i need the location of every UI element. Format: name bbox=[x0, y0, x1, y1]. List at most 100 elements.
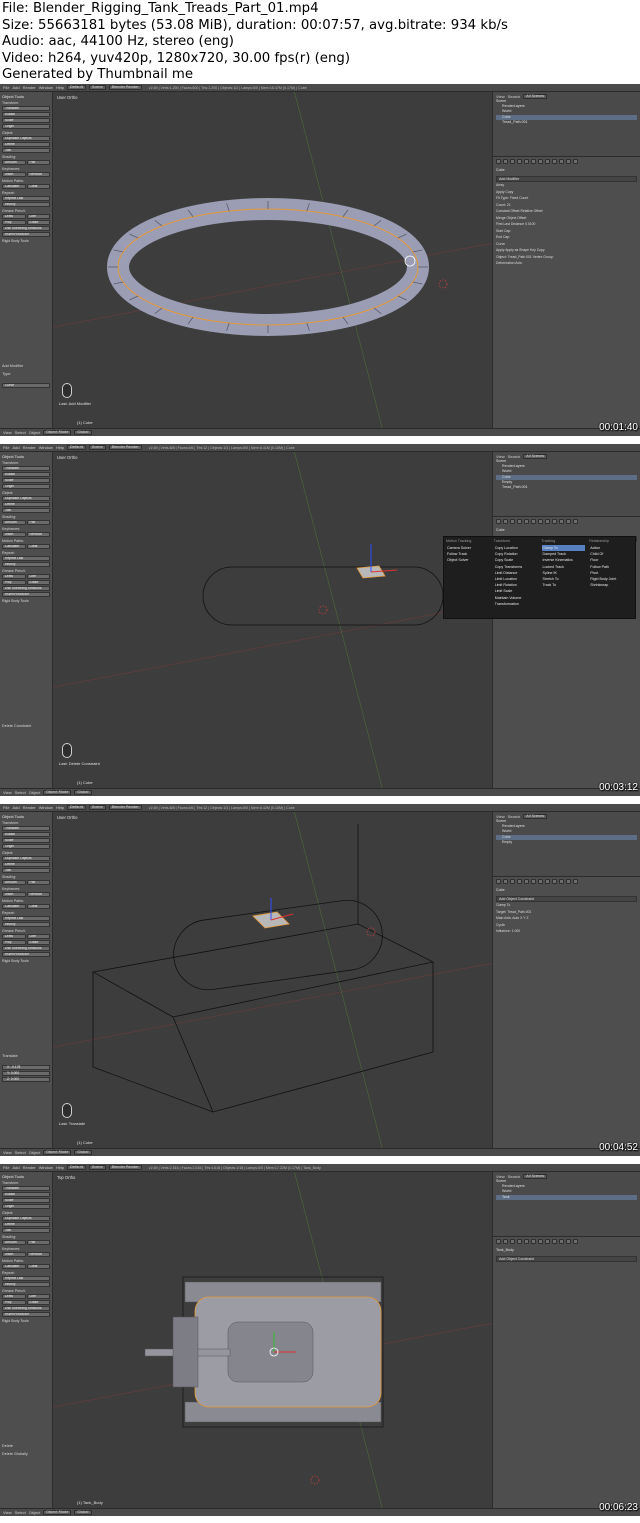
property-tab-icon[interactable] bbox=[510, 159, 515, 164]
erase-button[interactable]: Erase bbox=[26, 1300, 50, 1305]
select-menu[interactable]: Select bbox=[15, 1510, 26, 1515]
property-tab-icon[interactable] bbox=[524, 159, 529, 164]
property-tab-icon[interactable] bbox=[538, 159, 543, 164]
view-menu[interactable]: View bbox=[3, 790, 12, 795]
property-tab-icon[interactable] bbox=[517, 519, 522, 524]
view-menu[interactable]: View bbox=[3, 1510, 12, 1515]
outliner-view-menu[interactable]: View bbox=[496, 454, 505, 459]
menu-add[interactable]: Add bbox=[12, 85, 19, 90]
object-menu[interactable]: Object bbox=[29, 430, 41, 435]
render-engine-selector[interactable]: Blender Render bbox=[108, 85, 142, 90]
rotate-button[interactable]: Rotate bbox=[2, 1192, 50, 1197]
line-button[interactable]: Line bbox=[26, 1294, 50, 1299]
render-engine-selector[interactable]: Blender Render bbox=[108, 445, 142, 450]
outliner-view-menu[interactable]: View bbox=[496, 814, 505, 819]
menu-render[interactable]: Render bbox=[23, 805, 36, 810]
sketching-checkbox[interactable]: Use Sketching Sessions bbox=[2, 586, 50, 591]
erase-button[interactable]: Erase bbox=[26, 220, 50, 225]
remove-button[interactable]: Remove bbox=[26, 172, 50, 177]
object-menu[interactable]: Object bbox=[29, 1150, 41, 1155]
draw-button[interactable]: Draw bbox=[2, 214, 26, 219]
menu-file[interactable]: File bbox=[3, 85, 9, 90]
object-menu[interactable]: Object bbox=[29, 790, 41, 795]
scene-selector[interactable]: Scene bbox=[88, 445, 106, 450]
property-tab-icon[interactable] bbox=[552, 879, 557, 884]
smooth-button[interactable]: Smooth bbox=[2, 880, 26, 885]
outliner-item[interactable]: Tread_Path.001 bbox=[496, 120, 637, 125]
smooth-button[interactable]: Smooth bbox=[2, 520, 26, 525]
poly-button[interactable]: Poly bbox=[2, 220, 26, 225]
clear-button[interactable]: Clear bbox=[26, 184, 50, 189]
property-tab-icon[interactable] bbox=[552, 519, 557, 524]
erase-button[interactable]: Erase bbox=[26, 580, 50, 585]
outliner-scenes-selector[interactable]: All Scenes bbox=[523, 453, 548, 459]
insert-button[interactable]: Insert bbox=[2, 892, 26, 897]
menu-add[interactable]: Add bbox=[12, 445, 19, 450]
clear-button[interactable]: Clear bbox=[26, 1264, 50, 1269]
translate-button[interactable]: Translate bbox=[2, 1186, 50, 1191]
orientation-selector[interactable]: Global bbox=[74, 430, 92, 435]
property-tab-icon[interactable] bbox=[503, 159, 508, 164]
calculate-button[interactable]: Calculate bbox=[2, 544, 26, 549]
property-tab-icon[interactable] bbox=[545, 879, 550, 884]
flat-button[interactable]: Flat bbox=[26, 1240, 50, 1245]
menu-help[interactable]: Help bbox=[56, 445, 64, 450]
select-menu[interactable]: Select bbox=[15, 430, 26, 435]
outliner-search-menu[interactable]: Search bbox=[508, 454, 521, 459]
property-tab-icon[interactable] bbox=[559, 879, 564, 884]
outliner-item[interactable]: Tank bbox=[496, 1194, 637, 1200]
repeat-last-button[interactable]: Repeat Last bbox=[2, 196, 50, 201]
draw-button[interactable]: Draw bbox=[2, 574, 26, 579]
outliner-item[interactable]: Empty bbox=[496, 840, 637, 845]
property-tab-icon[interactable] bbox=[531, 879, 536, 884]
clear-button[interactable]: Clear bbox=[26, 904, 50, 909]
duplicate-objects-button[interactable]: Duplicate Objects bbox=[2, 136, 50, 141]
outliner-scenes-selector[interactable]: All Scenes bbox=[523, 93, 548, 99]
scene-selector[interactable]: Scene bbox=[88, 1165, 106, 1170]
menu-help[interactable]: Help bbox=[56, 85, 64, 90]
menu-help[interactable]: Help bbox=[56, 805, 64, 810]
delete-button[interactable]: Delete bbox=[2, 142, 50, 147]
property-tab-icon[interactable] bbox=[503, 519, 508, 524]
property-tab-icon[interactable] bbox=[545, 1239, 550, 1244]
outliner-scenes-selector[interactable]: All Scenes bbox=[523, 1173, 548, 1179]
calculate-button[interactable]: Calculate bbox=[2, 184, 26, 189]
menu-file[interactable]: File bbox=[3, 445, 9, 450]
draw-button[interactable]: Draw bbox=[2, 1294, 26, 1299]
property-tab-icon[interactable] bbox=[545, 159, 550, 164]
render-engine-selector[interactable]: Blender Render bbox=[108, 1165, 142, 1170]
origin-button[interactable]: Origin bbox=[2, 844, 50, 849]
property-tab-icon[interactable] bbox=[496, 159, 501, 164]
property-tab-icon[interactable] bbox=[517, 879, 522, 884]
3d-viewport[interactable]: Top Ortho (1) Tank_Body bbox=[53, 1172, 492, 1508]
repeat-last-button[interactable]: Repeat Last bbox=[2, 556, 50, 561]
select-menu[interactable]: Select bbox=[15, 790, 26, 795]
poly-button[interactable]: Poly bbox=[2, 940, 26, 945]
insert-button[interactable]: Insert bbox=[2, 532, 26, 537]
ruler-button[interactable]: Ruler/Protractor bbox=[2, 592, 50, 597]
vector-field-0[interactable]: X: -0.178 bbox=[2, 1065, 50, 1070]
flat-button[interactable]: Flat bbox=[26, 520, 50, 525]
layout-selector[interactable]: Default bbox=[67, 85, 86, 90]
history-button[interactable]: History bbox=[2, 562, 50, 567]
select-menu[interactable]: Select bbox=[15, 1150, 26, 1155]
delete-button[interactable]: Delete bbox=[2, 862, 50, 867]
vector-field-1[interactable]: Y: 0.000 bbox=[2, 1071, 50, 1076]
property-tab-icon[interactable] bbox=[538, 519, 543, 524]
property-tab-icon[interactable] bbox=[496, 519, 501, 524]
property-tab-icon[interactable] bbox=[566, 879, 571, 884]
outliner-search-menu[interactable]: Search bbox=[508, 94, 521, 99]
property-tab-icon[interactable] bbox=[559, 1239, 564, 1244]
outliner-search-menu[interactable]: Search bbox=[508, 814, 521, 819]
property-tab-icon[interactable] bbox=[545, 519, 550, 524]
constraint-menu-item[interactable]: Track To bbox=[542, 582, 586, 588]
ruler-button[interactable]: Ruler/Protractor bbox=[2, 1312, 50, 1317]
3d-viewport[interactable]: User Ortho (1) Cube Last: Delete Constrain… bbox=[53, 452, 492, 788]
property-tab-icon[interactable] bbox=[510, 1239, 515, 1244]
menu-help[interactable]: Help bbox=[56, 1165, 64, 1170]
remove-button[interactable]: Remove bbox=[26, 532, 50, 537]
translate-button[interactable]: Translate bbox=[2, 466, 50, 471]
origin-button[interactable]: Origin bbox=[2, 484, 50, 489]
clear-button[interactable]: Clear bbox=[26, 544, 50, 549]
menu-window[interactable]: Window bbox=[39, 445, 53, 450]
